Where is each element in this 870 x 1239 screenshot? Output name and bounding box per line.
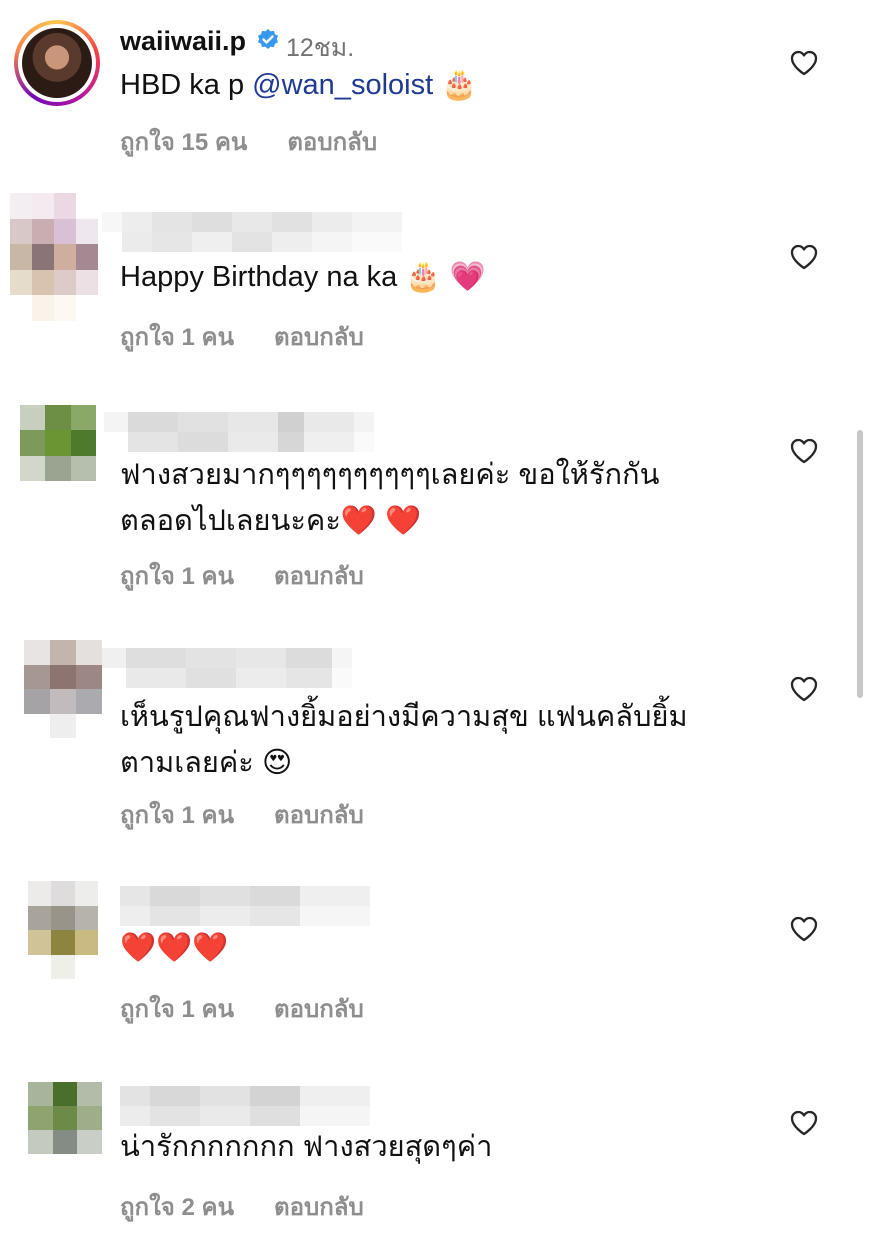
comment-meta: ถูกใจ 1 คน ตอบกลับ xyxy=(120,795,364,834)
comment-text: HBD ka p @wan_soloist 🎂 xyxy=(120,69,478,101)
blurred-username[interactable] xyxy=(104,412,374,452)
mention-link[interactable]: @wan_soloist xyxy=(252,69,433,101)
verified-badge-icon xyxy=(258,29,278,49)
like-count[interactable]: ถูกใจ 15 คน xyxy=(120,122,247,161)
blurred-username[interactable] xyxy=(120,1086,370,1126)
reply-button[interactable]: ตอบกลับ xyxy=(274,556,364,595)
avatar[interactable] xyxy=(28,881,98,979)
comment-text: น่ารักกกกกกก ฟางสวยสุดๆค่า xyxy=(120,1131,493,1163)
comment-text: ❤️❤️❤️ xyxy=(120,932,229,964)
comment-text: เห็นรูปคุณฟางยิ้มอย่างมีความสุข แฟนคลับย… xyxy=(120,701,688,779)
heart-outline-icon[interactable] xyxy=(790,244,818,270)
scrollbar[interactable] xyxy=(857,430,863,698)
comment-meta: ถูกใจ 1 คน ตอบกลับ xyxy=(120,317,364,356)
comment-text: Happy Birthday na ka 🎂 💗 xyxy=(120,261,486,293)
heart-outline-icon[interactable] xyxy=(790,50,818,76)
avatar[interactable] xyxy=(20,405,96,481)
like-count[interactable]: ถูกใจ 1 คน xyxy=(120,317,234,356)
like-count[interactable]: ถูกใจ 1 คน xyxy=(120,989,234,1028)
comment-meta: ถูกใจ 1 คน ตอบกลับ xyxy=(120,556,364,595)
reply-button[interactable]: ตอบกลับ xyxy=(274,795,364,834)
heart-outline-icon[interactable] xyxy=(790,916,818,942)
heart-outline-icon[interactable] xyxy=(790,1110,818,1136)
avatar[interactable] xyxy=(28,1082,102,1154)
blurred-username[interactable] xyxy=(102,212,402,252)
comment-meta: ถูกใจ 2 คน ตอบกลับ xyxy=(120,1187,364,1226)
comment-text: ฟางสวยมากๆๆๆๆๆๆๆๆๆๆเลยค่ะ ขอให้รักกัน ตล… xyxy=(120,459,660,537)
reply-button[interactable]: ตอบกลับ xyxy=(274,989,364,1028)
heart-outline-icon[interactable] xyxy=(790,438,818,464)
like-count[interactable]: ถูกใจ 1 คน xyxy=(120,556,234,595)
heart-outline-icon[interactable] xyxy=(790,676,818,702)
comment-meta: ถูกใจ 15 คน ตอบกลับ xyxy=(120,122,377,161)
reply-button[interactable]: ตอบกลับ xyxy=(287,122,377,161)
like-count[interactable]: ถูกใจ 1 คน xyxy=(120,795,234,834)
comment-meta: ถูกใจ 1 คน ตอบกลับ xyxy=(120,989,364,1028)
reply-button[interactable]: ตอบกลับ xyxy=(274,317,364,356)
avatar[interactable] xyxy=(24,640,102,738)
comment-username[interactable]: waiiwaii.p xyxy=(120,26,246,57)
avatar[interactable] xyxy=(14,20,100,106)
blurred-username[interactable] xyxy=(102,648,352,688)
like-count[interactable]: ถูกใจ 2 คน xyxy=(120,1187,234,1226)
blurred-username[interactable] xyxy=(120,886,370,926)
avatar[interactable] xyxy=(10,193,98,321)
reply-button[interactable]: ตอบกลับ xyxy=(274,1187,364,1226)
